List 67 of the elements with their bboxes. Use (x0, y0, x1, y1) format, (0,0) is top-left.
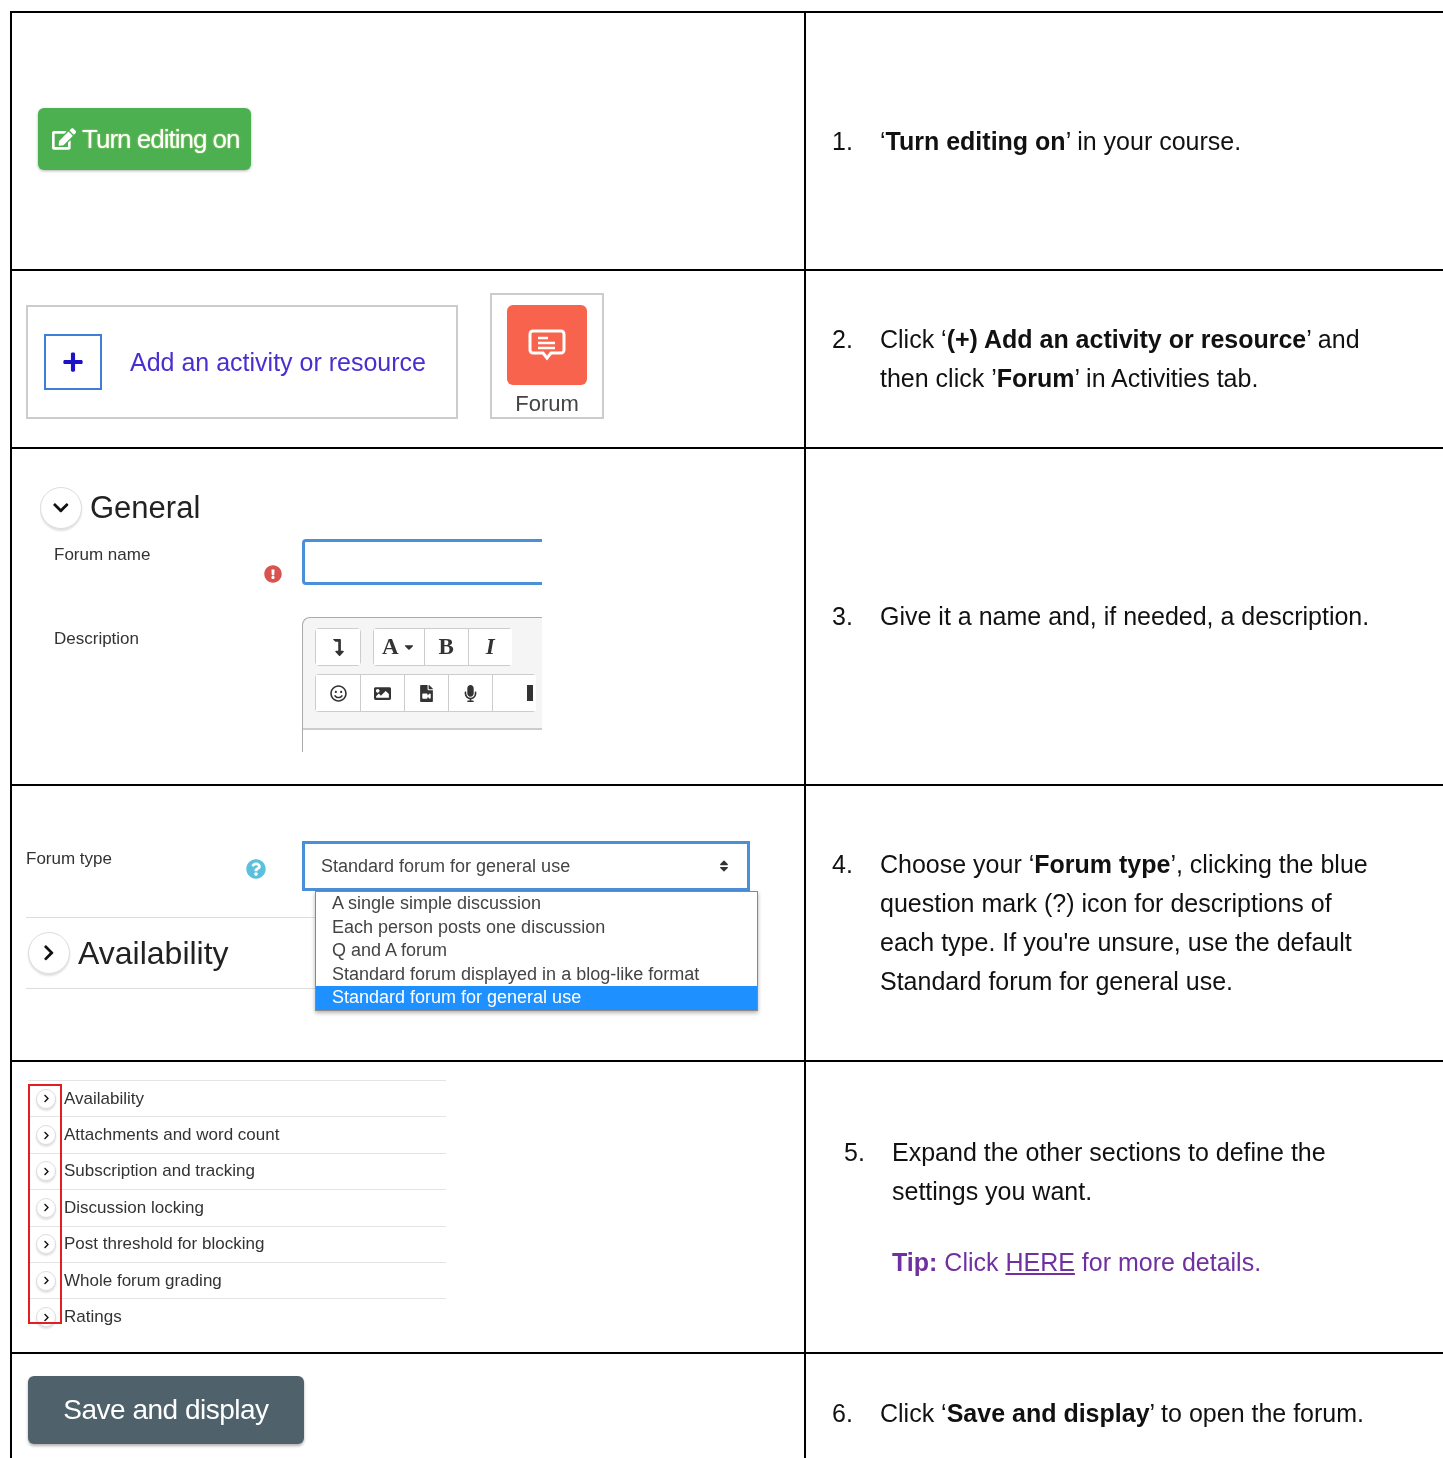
chevron-right-icon (41, 1312, 51, 1322)
section-title: Discussion locking (64, 1197, 204, 1218)
expand-button[interactable] (28, 932, 70, 974)
step-number: 2. (832, 324, 854, 355)
chevron-right-icon (41, 1094, 51, 1104)
field-label: Forum type (26, 849, 113, 869)
section-heading: General (90, 490, 201, 526)
toolbar-icon (526, 685, 533, 701)
dropdown-option[interactable]: Each person posts one discussion (316, 915, 757, 939)
forum-label: Forum (515, 391, 579, 417)
tip-text: Tip: Click HERE for more details. (892, 1246, 1263, 1278)
sort-arrows-icon (717, 859, 731, 873)
field-label: Forum name (54, 545, 152, 565)
text-editor[interactable]: A B I (302, 617, 542, 752)
section-title: Whole forum grading (64, 1270, 222, 1291)
step-number: 6. (832, 1397, 854, 1429)
chevron-right-icon (41, 1276, 51, 1286)
microphone-icon (462, 684, 479, 702)
edit-icon (52, 127, 76, 151)
chevron-right-icon (41, 1166, 51, 1176)
video-file-icon (418, 684, 435, 702)
step-number: 4. (832, 849, 854, 880)
section-heading: Availability (78, 934, 229, 972)
save-and-display-button[interactable]: Save and display (28, 1376, 304, 1444)
expand-button[interactable] (36, 1307, 56, 1328)
expand-button[interactable] (36, 1125, 56, 1146)
step-instruction: Click ‘Save and display’ to open the forum. (880, 1397, 1366, 1429)
step-instruction: Give it a name and, if needed, a description. (880, 601, 1371, 632)
collapse-button[interactable] (40, 487, 82, 529)
dropdown-option[interactable]: A single simple discussion (316, 892, 757, 916)
forum-chat-icon (507, 305, 587, 385)
dropdown-option[interactable]: Q and A forum (316, 939, 757, 963)
step-instruction: Choose your ‘Forum type’, clicking the blue question mark (?) icon for descriptions of each type. If you're unsure, use the default Standard forum for general use. (880, 849, 1369, 997)
step-number: 5. (844, 1136, 866, 1168)
section-title: Attachments and word count (64, 1125, 280, 1146)
add-activity-link[interactable]: Add an activity or resource (130, 347, 426, 377)
section-title: Availability (64, 1088, 144, 1109)
expand-button[interactable] (36, 1197, 56, 1218)
forum-type-select[interactable]: Standard forum for general use (302, 841, 750, 891)
dropdown-option[interactable]: Standard forum displayed in a blog-like format (316, 962, 757, 986)
field-label: Description (54, 629, 141, 649)
expand-button[interactable] (36, 1234, 56, 1255)
forum-tile[interactable]: Forum (490, 293, 604, 419)
chevron-right-icon (41, 1239, 51, 1249)
expand-button[interactable] (36, 1161, 56, 1182)
chevron-right-icon (41, 1203, 51, 1213)
chevron-right-icon (41, 1130, 51, 1140)
toolbar-button[interactable] (492, 675, 536, 711)
here-link[interactable]: HERE (1005, 1247, 1075, 1276)
section-title: Post threshold for blocking (64, 1234, 265, 1255)
italic-button[interactable]: I (467, 629, 512, 665)
indent-arrow-button[interactable] (316, 629, 360, 665)
forum-name-field[interactable] (302, 539, 542, 585)
plus-icon (62, 351, 84, 373)
section-title: Ratings (64, 1307, 122, 1328)
step-instruction: Expand the other sections to define the settings you want. (892, 1136, 1327, 1207)
expand-button[interactable] (36, 1270, 56, 1291)
add-button[interactable] (44, 334, 102, 390)
required-icon (264, 565, 282, 583)
expand-button[interactable] (36, 1088, 56, 1109)
step-number: 3. (832, 601, 854, 632)
step-number: 1. (832, 125, 854, 157)
emoji-icon (329, 684, 347, 702)
step-instruction: ‘Turn editing on’ in your course. (880, 125, 1243, 157)
section-title: Subscription and tracking (64, 1161, 255, 1182)
image-icon (374, 684, 391, 702)
step-instruction: Click ‘(+) Add an activity or resource’ and then click ’Forum’ in Activities tab. (880, 324, 1361, 394)
